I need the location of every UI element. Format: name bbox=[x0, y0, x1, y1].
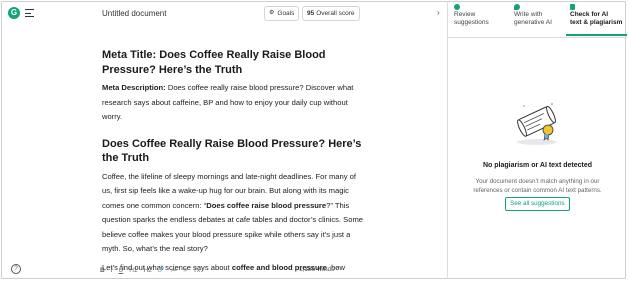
active-tab-indicator bbox=[566, 34, 627, 36]
underline-button[interactable]: U bbox=[119, 267, 124, 274]
goals-icon: ⚙ bbox=[269, 10, 275, 16]
certificate-scroll-icon bbox=[517, 102, 557, 145]
clear-format-icon[interactable]: Tx bbox=[193, 267, 200, 274]
help-icon[interactable]: ? bbox=[11, 264, 21, 274]
document-title[interactable]: Untitled document bbox=[102, 9, 166, 18]
tab-generative-ai[interactable]: Write with generative AI bbox=[514, 4, 552, 27]
menu-icon[interactable] bbox=[25, 9, 34, 17]
tab-review-suggestions[interactable]: Review suggestions bbox=[454, 4, 489, 27]
generative-ai-icon bbox=[514, 4, 520, 10]
ordered-list-icon[interactable]: ≔ bbox=[171, 266, 178, 274]
assistant-panel: Review suggestions Write with generative A… bbox=[447, 1, 627, 279]
chevron-up-icon: ^ bbox=[336, 266, 340, 273]
review-icon bbox=[454, 4, 460, 10]
paragraph-1: Coffee, the lifeline of sleepy mornings … bbox=[102, 171, 364, 254]
article-heading: Does Coffee Really Raise Blood Pressure?… bbox=[102, 137, 362, 165]
score-label: Overall score bbox=[316, 10, 355, 17]
meta-title: Meta Title: Does Coffee Really Raise Blo… bbox=[102, 49, 326, 76]
heading1-button[interactable]: H1 bbox=[129, 267, 137, 274]
word-count[interactable]: 1,186 words ^ bbox=[299, 266, 339, 273]
link-icon[interactable]: 🔗 bbox=[158, 267, 165, 273]
tab-ai-plagiarism[interactable]: Check for AI text & plagiarism bbox=[570, 4, 622, 27]
format-toolbar: B I U H1 H2 🔗 ≔ ≡ Tx bbox=[100, 266, 200, 275]
panel-tabs: Review suggestions Write with generative A… bbox=[448, 1, 627, 38]
collapse-panel-icon[interactable]: › bbox=[437, 8, 445, 18]
unordered-list-icon[interactable]: ≡ bbox=[183, 267, 187, 274]
result-description: Your document doesn’t match anything in … bbox=[473, 178, 602, 194]
overall-score-button[interactable]: 95 Overall score bbox=[302, 6, 360, 21]
heading2-button[interactable]: H2 bbox=[144, 267, 152, 274]
meta-description: Meta Description: Does coffee really rai… bbox=[102, 83, 354, 121]
document-editor[interactable]: Meta Title: Does Coffee Really Raise Blo… bbox=[102, 48, 364, 275]
bold-button[interactable]: B bbox=[100, 267, 105, 274]
italic-button[interactable]: I bbox=[111, 267, 113, 274]
score-value: 95 bbox=[307, 10, 315, 17]
goals-button[interactable]: ⚙ Goals bbox=[264, 6, 300, 21]
plagiarism-icon bbox=[570, 4, 575, 10]
grammarly-logo-icon[interactable]: G bbox=[8, 7, 20, 19]
result-title: No plagiarism or AI text detected bbox=[482, 162, 593, 169]
see-all-suggestions-button[interactable]: See all suggestions bbox=[505, 197, 570, 211]
